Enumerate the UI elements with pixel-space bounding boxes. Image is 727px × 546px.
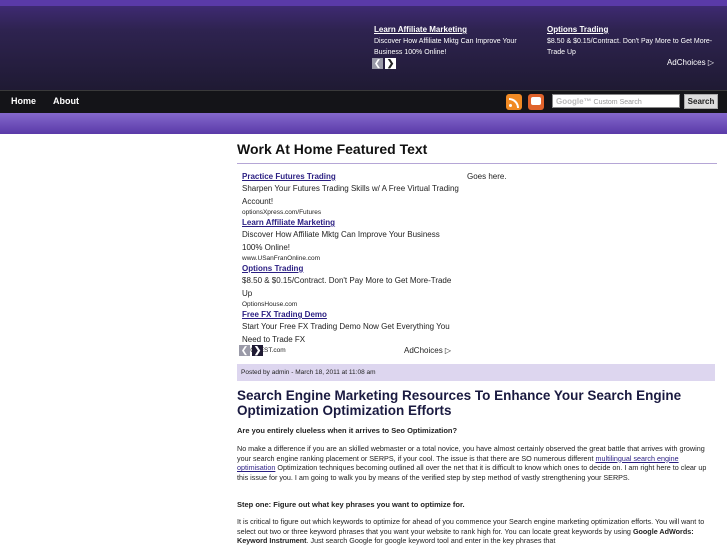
header-ad-2-desc: $8.50 & $0.15/Contract. Don't Pay More t…: [547, 38, 713, 56]
ad-item: Learn Affiliate Marketing Discover How A…: [242, 217, 462, 263]
ad-desc: Start Your Free FX Trading Demo Now Get …: [242, 322, 450, 344]
ad-url[interactable]: www.USanFranOnline.com: [242, 254, 462, 263]
header-ad-nav: ❮ ❯: [372, 58, 398, 76]
article-step-1: Step one: Figure out what key phrases yo…: [237, 500, 465, 509]
ad-link[interactable]: Practice Futures Trading: [242, 171, 462, 182]
title-divider: [237, 163, 717, 164]
post-meta: Posted by admin - March 18, 2011 at 11:0…: [237, 364, 715, 381]
google-logo: Google™: [556, 97, 592, 106]
rss-icon[interactable]: [506, 94, 522, 110]
header-ad-1: Learn Affiliate Marketing Discover How A…: [374, 24, 544, 58]
paragraph-text: Optimization techniques becoming outline…: [237, 463, 707, 482]
article-question: Are you entirely clueless when it arrive…: [237, 426, 458, 435]
prev-arrow-icon[interactable]: ❮: [372, 58, 383, 69]
prev-arrow-icon[interactable]: ❮: [239, 345, 250, 356]
header-ad-unit: Learn Affiliate Marketing Discover How A…: [372, 24, 720, 74]
ad-item: Practice Futures Trading Sharpen Your Fu…: [242, 171, 462, 217]
article-title[interactable]: Search Engine Marketing Resources To Enh…: [237, 388, 717, 418]
article-paragraph-1: No make a difference if you are an skill…: [237, 444, 717, 482]
search-button[interactable]: Search: [684, 94, 718, 109]
next-arrow-icon[interactable]: ❯: [385, 58, 396, 69]
featured-body-text: Goes here.: [467, 172, 507, 181]
ad-desc: Sharpen Your Futures Trading Skills w/ A…: [242, 184, 459, 206]
ad-item: Options Trading $8.50 & $0.15/Contract. …: [242, 263, 462, 309]
article-paragraph-2: It is critical to figure out which keywo…: [237, 517, 717, 546]
ad-link[interactable]: Options Trading: [242, 263, 462, 274]
ad-desc: $8.50 & $0.15/Contract. Don't Pay More t…: [242, 276, 452, 298]
chat-icon[interactable]: [528, 94, 544, 110]
purple-band: [0, 113, 727, 134]
ad-desc: Discover How Affiliate Mktg Can Improve …: [242, 230, 440, 252]
search-placeholder: Custom Search: [593, 99, 642, 106]
ad-url[interactable]: optionsXpress.com/Futures: [242, 208, 462, 217]
header-ad-1-desc: Discover How Affiliate Mktg Can Improve …: [374, 38, 517, 56]
next-arrow-icon[interactable]: ❯: [252, 345, 263, 356]
paragraph-text: . Just search Google for google keyword …: [306, 536, 556, 546]
ad-link[interactable]: Learn Affiliate Marketing: [242, 217, 462, 228]
ad-nav: ❮ ❯: [239, 345, 265, 363]
header-top-stripe: [0, 0, 727, 6]
header-ad-2-link[interactable]: Options Trading: [547, 24, 717, 36]
adchoices-link[interactable]: AdChoices ▷: [667, 58, 714, 67]
site-header: Learn Affiliate Marketing Discover How A…: [0, 0, 727, 90]
search-input[interactable]: Google™ Custom Search: [552, 94, 680, 108]
ad-url[interactable]: OptionsHouse.com: [242, 300, 462, 309]
nav-home[interactable]: Home: [11, 96, 36, 106]
header-ad-1-link[interactable]: Learn Affiliate Marketing: [374, 24, 544, 36]
header-ad-2: Options Trading $8.50 & $0.15/Contract. …: [547, 24, 717, 58]
nav-bar: Home About Google™ Custom Search Search: [0, 90, 727, 113]
ad-block: Practice Futures Trading Sharpen Your Fu…: [242, 171, 462, 355]
nav-about[interactable]: About: [53, 96, 79, 106]
featured-title: Work At Home Featured Text: [237, 141, 428, 157]
adchoices-link[interactable]: AdChoices ▷: [404, 346, 451, 355]
ad-link[interactable]: Free FX Trading Demo: [242, 309, 462, 320]
